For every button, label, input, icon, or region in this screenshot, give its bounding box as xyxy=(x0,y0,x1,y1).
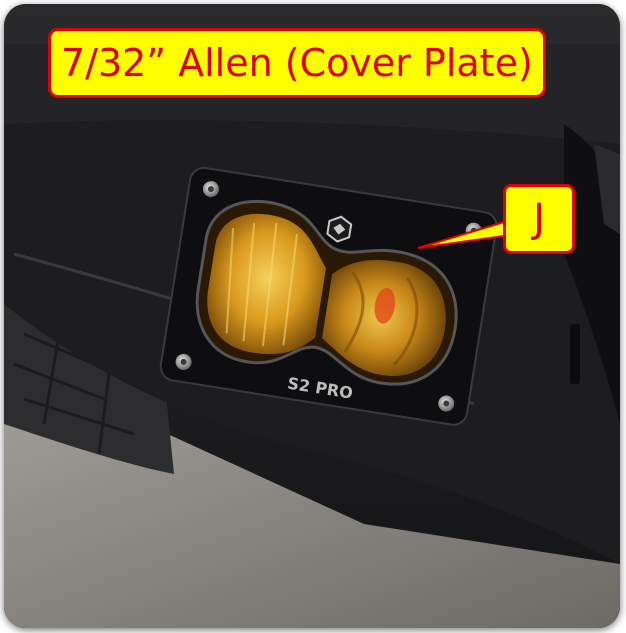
part-callout-label: J xyxy=(503,184,575,254)
photo-frame: S2 PRO 7/32” Allen (Cover Plate) J xyxy=(4,4,620,628)
part-callout-text: J xyxy=(533,196,545,242)
tool-size-label: 7/32” Allen (Cover Plate) xyxy=(48,28,546,98)
tool-size-text: 7/32” Allen (Cover Plate) xyxy=(61,41,533,85)
